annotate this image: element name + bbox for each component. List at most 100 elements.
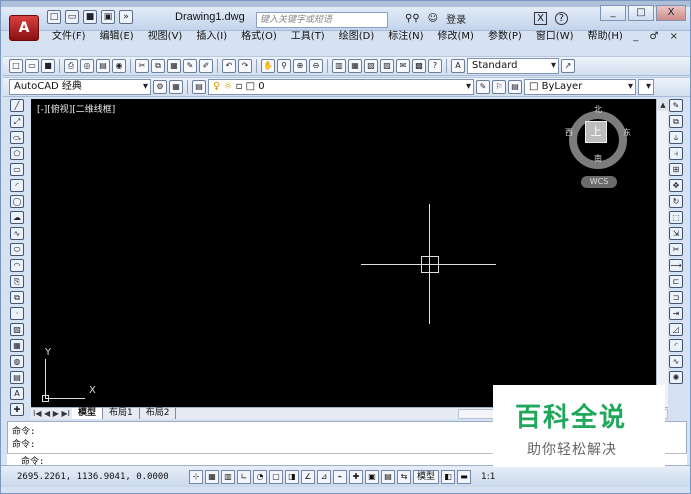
viewcube-east[interactable]: 东	[623, 127, 631, 138]
array-icon[interactable]: ⊞	[669, 163, 683, 176]
ellipse-arc-icon[interactable]: ◠	[10, 259, 24, 272]
object-snap-icon[interactable]: ▢	[269, 469, 283, 484]
help-toolbar-icon[interactable]: ?	[428, 59, 442, 73]
user-icon[interactable]: ☺	[428, 13, 438, 24]
text-style-icon[interactable]: A	[451, 59, 465, 73]
table-icon[interactable]: ▤	[10, 371, 24, 384]
mirror-icon[interactable]: ⫝	[669, 131, 683, 144]
tab-layout1[interactable]: 布局1	[103, 408, 140, 419]
dynamic-input-icon[interactable]: ⌁	[333, 469, 347, 484]
line-icon[interactable]: ╱	[10, 99, 24, 112]
polygon-icon[interactable]: ⬠	[10, 147, 24, 160]
spline-icon[interactable]: ∿	[10, 227, 24, 240]
tab-model[interactable]: 模型	[71, 408, 103, 419]
ellipse-icon[interactable]: ⬭	[10, 243, 24, 256]
zoom-realtime-icon[interactable]: ⚲	[277, 59, 291, 73]
login-button[interactable]: 登录	[446, 11, 466, 26]
layer-state-icon[interactable]: ▤	[508, 80, 522, 94]
multiline-text-icon[interactable]: A	[10, 387, 24, 400]
fillet-icon[interactable]: ◜	[669, 339, 683, 352]
arc-icon[interactable]: ◜	[10, 179, 24, 192]
object-snap-tracking-icon[interactable]: ∠	[301, 469, 315, 484]
menu-format[interactable]: 格式(O)	[234, 30, 284, 43]
3d-object-snap-icon[interactable]: ◨	[285, 469, 299, 484]
break-icon[interactable]: ⊐	[669, 291, 683, 304]
rectangle-icon[interactable]: ▭	[10, 163, 24, 176]
tab-layout2[interactable]: 布局2	[140, 408, 177, 419]
block-editor-icon[interactable]: ✐	[199, 59, 213, 73]
erase-icon[interactable]: ✎	[669, 99, 683, 112]
polar-tracking-icon[interactable]: ◔	[253, 469, 267, 484]
viewcube-west[interactable]: 西	[565, 127, 573, 138]
quick-view-drawings-icon[interactable]: ▬	[457, 469, 472, 484]
layer-select[interactable]: ♀ ☼ ▫ □ 0	[208, 79, 474, 95]
scale-icon[interactable]: ⬚	[669, 211, 683, 224]
exchange-icon[interactable]: X	[534, 12, 547, 25]
print-icon[interactable]: ⎙	[64, 59, 78, 73]
polyline-icon[interactable]: ⤼	[10, 131, 24, 144]
workspace-settings-icon[interactable]: ⚙	[153, 80, 167, 94]
open-file-icon[interactable]: ▭	[65, 10, 79, 24]
save-icon[interactable]: ■	[41, 59, 55, 73]
trim-icon[interactable]: ✂	[669, 243, 683, 256]
snap-mode-icon[interactable]: ▦	[205, 469, 219, 484]
copy-object-icon[interactable]: ⧉	[669, 115, 683, 128]
workspace-select[interactable]: AutoCAD 经典	[9, 79, 151, 95]
wcs-menu[interactable]: WCS	[581, 176, 617, 188]
add-selected-icon[interactable]: ✚	[10, 403, 24, 416]
restore-button[interactable]: □	[628, 5, 654, 21]
menu-view[interactable]: 视图(V)	[141, 30, 190, 43]
annotation-scale[interactable]: 1:1	[481, 472, 495, 482]
redo-icon[interactable]: ↷	[238, 59, 252, 73]
point-icon[interactable]: ·	[10, 307, 24, 320]
help-icon[interactable]: ?	[554, 12, 568, 25]
color-select[interactable]: □ ByLayer	[524, 79, 636, 95]
zoom-previous-icon[interactable]: ⊖	[309, 59, 323, 73]
3d-print-icon[interactable]: ◉	[112, 59, 126, 73]
selection-cycling-icon[interactable]: ⇆	[397, 469, 411, 484]
open-icon[interactable]: ▭	[25, 59, 39, 73]
zoom-window-icon[interactable]: ⊕	[293, 59, 307, 73]
insert-block-icon[interactable]: ⎘	[10, 275, 24, 288]
sheet-set-icon[interactable]: ▨	[380, 59, 394, 73]
stretch-icon[interactable]: ⇲	[669, 227, 683, 240]
preview-icon[interactable]: ◎	[80, 59, 94, 73]
save-icon[interactable]: ■	[83, 10, 97, 24]
allow-ucs-icon[interactable]: ⊿	[317, 469, 331, 484]
rotate-icon[interactable]: ↻	[669, 195, 683, 208]
minimize-button[interactable]: _	[600, 5, 626, 21]
quick-view-layouts-icon[interactable]: ◧	[441, 469, 456, 484]
join-icon[interactable]: ⇥	[669, 307, 683, 320]
extend-icon[interactable]: ⟶	[669, 259, 683, 272]
make-block-icon[interactable]: ⧉	[10, 291, 24, 304]
layer-previous-icon[interactable]: ⚐	[492, 80, 506, 94]
menu-tools[interactable]: 工具(T)	[284, 30, 332, 43]
binoculars-icon[interactable]: ⚲⚲	[405, 13, 420, 24]
grid-display-icon[interactable]: ▥	[221, 469, 235, 484]
close-button[interactable]: X	[656, 5, 686, 21]
blend-icon[interactable]: ∿	[669, 355, 683, 368]
construction-line-icon[interactable]: ⤢	[10, 115, 24, 128]
plot-icon[interactable]: ▣	[101, 10, 115, 24]
tool-palettes-icon[interactable]: ▧	[364, 59, 378, 73]
offset-icon[interactable]: ⫞	[669, 147, 683, 160]
copy-icon[interactable]: ⧉	[151, 59, 165, 73]
break-at-point-icon[interactable]: ⊏	[669, 275, 683, 288]
match-properties-icon[interactable]: ✎	[183, 59, 197, 73]
region-icon[interactable]: ◍	[10, 355, 24, 368]
dim-style-icon[interactable]: ↗	[561, 59, 575, 73]
menu-insert[interactable]: 插入(I)	[189, 30, 234, 43]
undo-icon[interactable]: ↶	[222, 59, 236, 73]
drawing-area[interactable]: [-][俯视][二维线框] 上 北 南 东 西 WCS Y X	[31, 99, 656, 407]
properties-icon[interactable]: ▥	[332, 59, 346, 73]
application-menu-button[interactable]: A	[9, 15, 39, 41]
gradient-icon[interactable]: ▦	[10, 339, 24, 352]
menu-draw[interactable]: 绘图(D)	[332, 30, 382, 43]
lineweight-icon[interactable]: ✚	[349, 469, 363, 484]
markup-icon[interactable]: ✉	[396, 59, 410, 73]
new-icon[interactable]: □	[9, 59, 23, 73]
text-style-select[interactable]: Standard	[467, 58, 559, 74]
document-window-controls[interactable]: _ ♂ ×	[633, 31, 682, 42]
qat-more-icon[interactable]: »	[119, 10, 133, 24]
calculator-icon[interactable]: ▩	[412, 59, 426, 73]
